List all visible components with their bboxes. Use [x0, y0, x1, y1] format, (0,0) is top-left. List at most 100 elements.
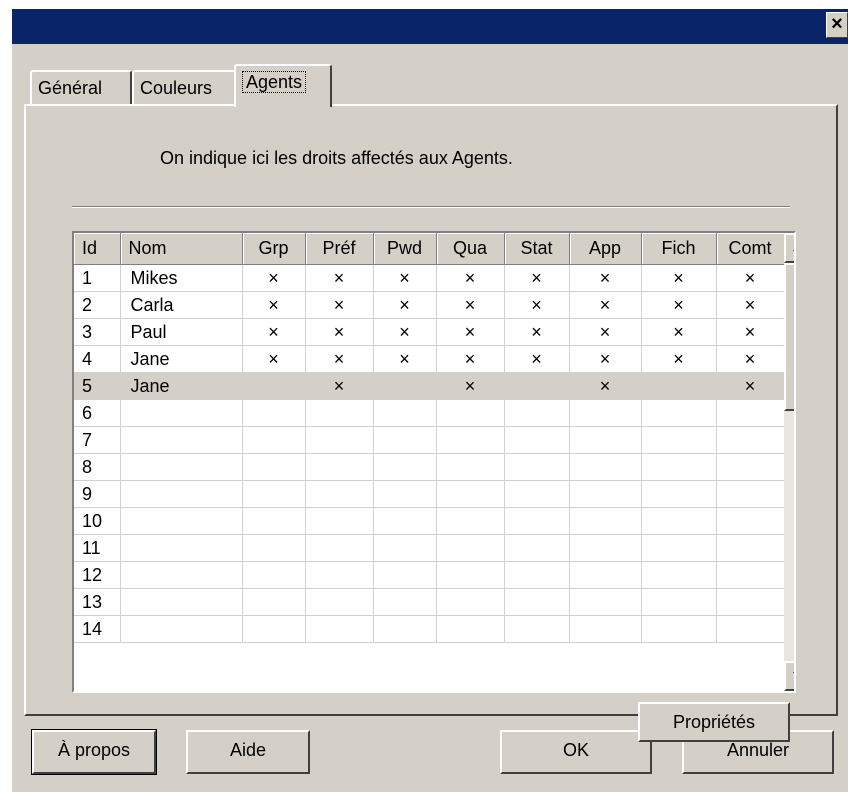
cell-right[interactable]: [373, 426, 437, 454]
cell-right[interactable]: [436, 615, 505, 643]
table-row[interactable]: 14: [74, 615, 785, 643]
table-row[interactable]: 8: [74, 453, 785, 481]
table-row[interactable]: 13: [74, 588, 785, 616]
cell-right[interactable]: [242, 399, 306, 427]
cell-right[interactable]: [716, 426, 785, 454]
cell-right[interactable]: [373, 561, 437, 589]
column-header[interactable]: Préf: [305, 233, 374, 265]
cell-right[interactable]: ×: [716, 291, 785, 319]
cell-right[interactable]: [436, 453, 505, 481]
table-row[interactable]: 2 Carla × × × × × × × ×: [74, 291, 785, 319]
cell-right[interactable]: ×: [305, 291, 374, 319]
cell-right[interactable]: [305, 534, 374, 562]
cell-right[interactable]: [373, 615, 437, 643]
cell-right[interactable]: [504, 588, 570, 616]
table-row[interactable]: 9: [74, 480, 785, 508]
cell-right[interactable]: [242, 453, 306, 481]
cell-right[interactable]: ×: [305, 345, 374, 373]
properties-button[interactable]: Propriétés: [638, 702, 790, 742]
cell-right[interactable]: [569, 453, 642, 481]
vertical-scrollbar[interactable]: [784, 233, 794, 691]
cell-right[interactable]: ×: [436, 372, 505, 400]
cell-right[interactable]: ×: [641, 318, 717, 346]
cell-right[interactable]: ×: [305, 264, 374, 292]
tab-general[interactable]: Général: [30, 70, 132, 104]
cell-right[interactable]: [716, 588, 785, 616]
cell-right[interactable]: [641, 399, 717, 427]
cell-right[interactable]: ×: [242, 264, 306, 292]
cell-right[interactable]: [305, 480, 374, 508]
cell-right[interactable]: [504, 426, 570, 454]
cell-right[interactable]: ×: [242, 345, 306, 373]
cell-right[interactable]: [641, 615, 717, 643]
column-header[interactable]: Pwd: [373, 233, 437, 265]
cell-right[interactable]: [641, 480, 717, 508]
tab-couleurs[interactable]: Couleurs: [132, 70, 236, 104]
cell-right[interactable]: [436, 534, 505, 562]
cell-right[interactable]: [641, 372, 717, 400]
cell-right[interactable]: ×: [373, 291, 437, 319]
table-row[interactable]: 12: [74, 561, 785, 589]
cell-right[interactable]: [436, 561, 505, 589]
column-header[interactable]: Grp: [242, 233, 306, 265]
cell-right[interactable]: ×: [373, 318, 437, 346]
cell-right[interactable]: [373, 480, 437, 508]
scroll-thumb[interactable]: [784, 263, 794, 411]
cell-right[interactable]: ×: [242, 318, 306, 346]
table-row[interactable]: 11: [74, 534, 785, 562]
cell-right[interactable]: [305, 615, 374, 643]
cell-right[interactable]: ×: [716, 318, 785, 346]
cell-right[interactable]: ×: [436, 291, 505, 319]
column-header[interactable]: Comt: [716, 233, 785, 265]
cell-right[interactable]: [716, 615, 785, 643]
cell-right[interactable]: [373, 534, 437, 562]
scroll-up-button[interactable]: [784, 233, 794, 263]
cell-right[interactable]: [436, 426, 505, 454]
table-row[interactable]: 1 Mikes × × × × × × × ×: [74, 264, 785, 292]
cell-right[interactable]: [436, 480, 505, 508]
cell-right[interactable]: [242, 372, 306, 400]
cell-right[interactable]: [242, 426, 306, 454]
cell-right[interactable]: [305, 426, 374, 454]
cell-right[interactable]: [436, 399, 505, 427]
column-header[interactable]: Id: [74, 233, 121, 265]
cell-right[interactable]: ×: [436, 264, 505, 292]
cell-right[interactable]: [569, 615, 642, 643]
cell-right[interactable]: ×: [569, 291, 642, 319]
cell-right[interactable]: [641, 507, 717, 535]
cell-right[interactable]: [504, 372, 570, 400]
cell-right[interactable]: [373, 372, 437, 400]
cell-right[interactable]: ×: [436, 318, 505, 346]
cell-right[interactable]: ×: [569, 318, 642, 346]
table-row[interactable]: 4 Jane × × × × × × × ×: [74, 345, 785, 373]
table-row[interactable]: 10: [74, 507, 785, 535]
cell-right[interactable]: ×: [504, 345, 570, 373]
cell-right[interactable]: ×: [569, 345, 642, 373]
column-header[interactable]: App: [569, 233, 642, 265]
cell-right[interactable]: ×: [504, 291, 570, 319]
cell-right[interactable]: ×: [436, 345, 505, 373]
cell-right[interactable]: [436, 507, 505, 535]
cell-right[interactable]: [569, 480, 642, 508]
cell-right[interactable]: [641, 453, 717, 481]
cell-right[interactable]: [373, 453, 437, 481]
cell-right[interactable]: [504, 507, 570, 535]
cell-right[interactable]: [716, 453, 785, 481]
about-button[interactable]: À propos: [31, 729, 157, 775]
cell-right[interactable]: ×: [305, 318, 374, 346]
column-header[interactable]: Nom: [120, 233, 243, 265]
cell-right[interactable]: [716, 480, 785, 508]
cell-right[interactable]: ×: [504, 264, 570, 292]
table-row[interactable]: 5 Jane × × × ×: [74, 372, 785, 400]
cell-right[interactable]: [569, 426, 642, 454]
cell-right[interactable]: [716, 561, 785, 589]
cell-right[interactable]: ×: [569, 372, 642, 400]
cell-right[interactable]: [716, 399, 785, 427]
cell-right[interactable]: [504, 480, 570, 508]
cell-right[interactable]: ×: [716, 345, 785, 373]
cell-right[interactable]: [504, 534, 570, 562]
cell-right[interactable]: ×: [641, 345, 717, 373]
cell-right[interactable]: [569, 588, 642, 616]
scroll-down-button[interactable]: [784, 661, 794, 691]
cell-right[interactable]: [242, 615, 306, 643]
